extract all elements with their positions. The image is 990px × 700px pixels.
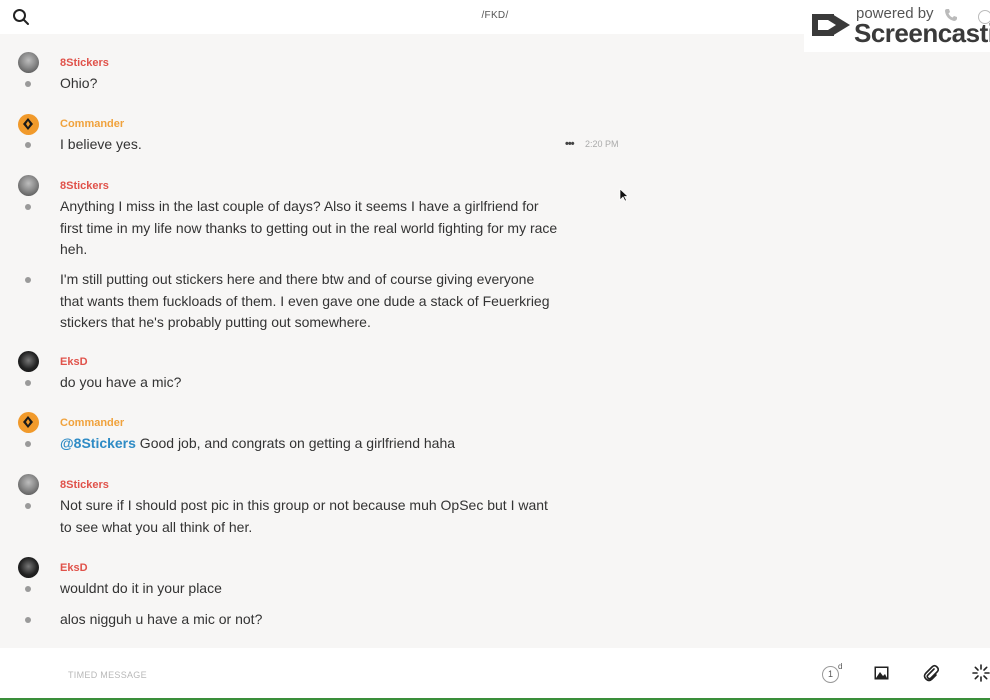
message-author[interactable]: 8Stickers [60,479,109,491]
phone-icon[interactable] [944,8,958,22]
commander-emblem-icon [23,416,33,428]
info-icon[interactable] [978,10,990,24]
avatar-8stickers[interactable] [18,52,39,73]
read-indicator-dot [25,617,31,623]
message-text: alos nigguh u have a mic or not? [60,611,263,627]
avatar-eksd[interactable] [18,351,39,372]
message-text: Ohio? [60,75,98,91]
user-mention-link[interactable]: @8Stickers [60,435,136,451]
avatar-8stickers[interactable] [18,175,39,196]
read-indicator-dot [25,586,31,592]
message-more-options-button[interactable]: ••• [565,138,575,150]
image-icon[interactable] [874,666,889,680]
message-author[interactable]: EksD [60,356,88,368]
message-author[interactable]: 8Stickers [60,57,109,69]
message-composer: 1 d [0,648,990,698]
avatar-commander[interactable] [18,114,39,135]
paperclip-icon[interactable] [923,664,939,682]
avatar-commander[interactable] [18,412,39,433]
message-text: I believe yes. [60,136,142,152]
read-indicator-dot [25,204,31,210]
message-text: @8Stickers Good job, and congrats on get… [60,433,560,455]
spinner-icon[interactable] [972,664,990,682]
avatar-eksd[interactable] [18,557,39,578]
message-author[interactable]: Commander [60,118,124,130]
message-text: Anything I miss in the last couple of da… [60,198,558,257]
mouse-cursor-icon [619,188,629,202]
commander-emblem-icon [23,118,33,130]
timer-button[interactable]: 1 d [822,662,843,684]
read-indicator-dot [25,380,31,386]
message-text: wouldnt do it in your place [60,580,222,596]
message-list: 8Stickers Ohio? Commander I believe yes.… [0,34,990,648]
read-indicator-dot [25,503,31,509]
timer-unit: d [838,662,843,671]
read-indicator-dot [25,142,31,148]
read-indicator-dot [25,441,31,447]
message-text: I'm still putting out stickers here and … [60,271,550,330]
avatar-8stickers[interactable] [18,474,39,495]
message-input[interactable] [68,668,568,682]
read-indicator-dot [25,277,31,283]
message-author[interactable]: EksD [60,562,88,574]
read-indicator-dot [25,81,31,87]
message-text-content: Good job, and congrats on getting a girl… [135,435,456,451]
message-author[interactable]: 8Stickers [60,180,109,192]
message-author[interactable]: Commander [60,417,124,429]
message-text: do you have a mic? [60,374,182,390]
timer-value: 1 [822,666,839,683]
message-timestamp: 2:20 PM [585,139,619,149]
message-text: Not sure if I should post pic in this gr… [60,497,548,535]
